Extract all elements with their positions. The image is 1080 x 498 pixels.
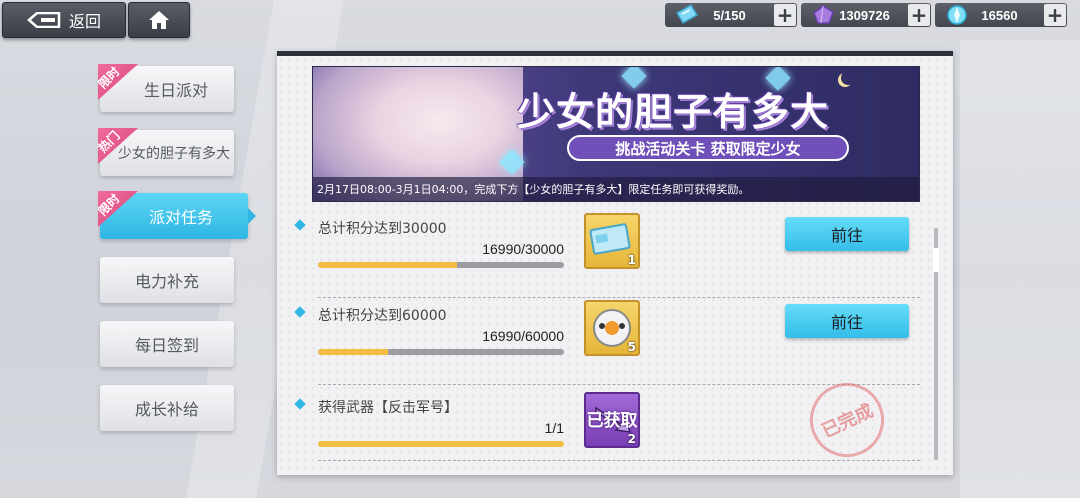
reward-count: 5 bbox=[627, 340, 636, 354]
divider bbox=[318, 460, 920, 461]
task-row: 获得武器【反击军号】 1/1 已获取 2 已完成 bbox=[290, 370, 920, 470]
event-banner: 少女的胆子有多大 挑战活动关卡 获取限定少女 2月17日08:00-3月1日04… bbox=[312, 66, 920, 202]
bullet-icon bbox=[294, 398, 306, 410]
ticket-resource: 5/150 + bbox=[665, 3, 797, 27]
reward-count: 2 bbox=[627, 432, 636, 446]
reward-item[interactable]: 1 bbox=[584, 213, 640, 269]
task-name: 总计积分达到60000 bbox=[318, 308, 447, 324]
bullet-icon bbox=[294, 306, 306, 318]
task-row: 总计积分达到60000 16990/60000 5 前往 bbox=[290, 300, 920, 385]
back-button[interactable]: 返回 bbox=[2, 2, 126, 38]
sidebar-item-birthday-party[interactable]: 限时 生日派对 bbox=[98, 64, 234, 112]
sidebar-item-power-supply[interactable]: 电力补充 bbox=[100, 257, 234, 303]
task-progress-bar bbox=[318, 262, 564, 268]
task-name: 获得武器【反击军号】 bbox=[318, 400, 458, 416]
go-button[interactable]: 前往 bbox=[785, 217, 909, 251]
active-arrow-icon bbox=[248, 208, 256, 224]
task-progress-bar bbox=[318, 349, 564, 355]
banner-subtitle: 挑战活动关卡 获取限定少女 bbox=[567, 135, 849, 161]
task-progress-text: 16990/30000 bbox=[482, 241, 564, 257]
limited-tag: 限时 bbox=[98, 191, 138, 227]
gem-resource: 16560 + bbox=[935, 3, 1067, 27]
sidebar-item-label: 每日签到 bbox=[134, 336, 199, 355]
sidebar-item-label: 派对任务 bbox=[148, 208, 213, 227]
gem-icon bbox=[947, 5, 967, 25]
divider bbox=[318, 384, 920, 385]
home-icon bbox=[149, 11, 169, 29]
background-panel bbox=[960, 40, 1080, 498]
home-button[interactable] bbox=[128, 2, 190, 38]
go-button[interactable]: 前往 bbox=[785, 304, 909, 338]
sidebar-item-label: 生日派对 bbox=[143, 81, 208, 100]
add-ticket-button[interactable]: + bbox=[774, 4, 796, 26]
sidebar-item-growth-supply[interactable]: 成长补给 bbox=[100, 385, 234, 431]
scrollbar[interactable] bbox=[933, 228, 939, 460]
add-crystal-button[interactable]: + bbox=[908, 4, 930, 26]
sidebar-item-label: 成长补给 bbox=[134, 400, 199, 419]
crystal-resource: 1309726 + bbox=[801, 3, 931, 27]
reward-item[interactable]: 已获取 2 bbox=[584, 392, 640, 448]
back-arrow-icon bbox=[27, 12, 61, 28]
scrollbar-thumb[interactable] bbox=[933, 248, 939, 272]
banner-title: 少女的胆子有多大 bbox=[517, 90, 830, 134]
sidebar-item-daily-checkin[interactable]: 每日签到 bbox=[100, 321, 234, 367]
task-progress-text: 16990/60000 bbox=[482, 328, 564, 344]
owned-label: 已获取 bbox=[586, 411, 638, 431]
task-name: 总计积分达到30000 bbox=[318, 221, 447, 237]
banner-note: 2月17日08:00-3月1日04:00，完成下方【少女的胆子有多大】限定任务即… bbox=[313, 177, 919, 201]
task-row: 总计积分达到30000 16990/30000 1 前往 bbox=[290, 213, 920, 298]
bullet-icon bbox=[294, 219, 306, 231]
moon-icon bbox=[841, 71, 855, 85]
ticket-icon bbox=[675, 3, 699, 25]
add-gem-button[interactable]: + bbox=[1044, 4, 1066, 26]
divider bbox=[318, 297, 920, 298]
sidebar-item-girl-courage[interactable]: 热门 少女的胆子有多大 bbox=[98, 128, 234, 176]
crystal-icon bbox=[813, 5, 834, 24]
sidebar-item-party-tasks[interactable]: 限时 派对任务 bbox=[98, 191, 256, 239]
sidebar-item-label: 少女的胆子有多大 bbox=[118, 146, 230, 162]
reward-count: 1 bbox=[627, 253, 636, 267]
sidebar-item-label: 电力补充 bbox=[134, 272, 199, 291]
reward-item[interactable]: 5 bbox=[584, 300, 640, 356]
task-progress-text: 1/1 bbox=[544, 420, 564, 436]
back-label: 返回 bbox=[68, 12, 101, 31]
task-progress-bar bbox=[318, 441, 564, 447]
